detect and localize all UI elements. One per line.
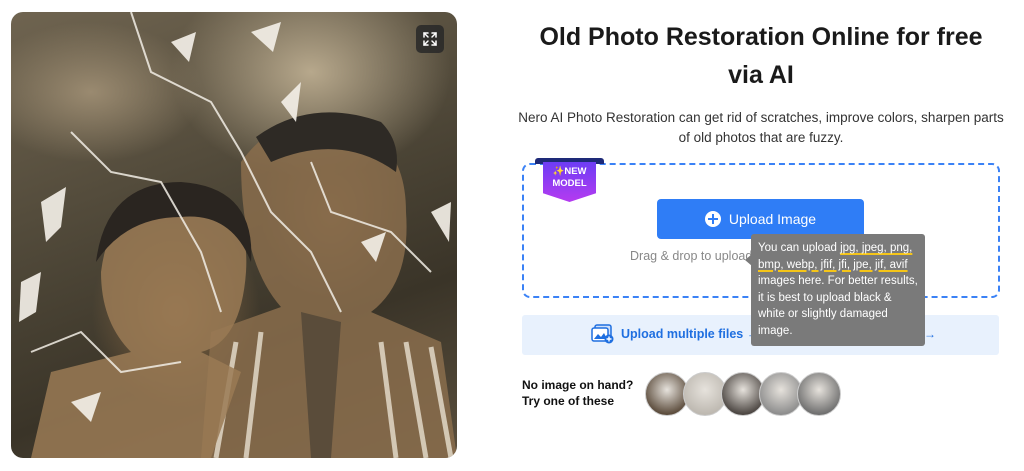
- tooltip-line: white or slightly damaged: [758, 308, 888, 320]
- page: Old Photo Restoration Online for free vi…: [0, 0, 1024, 471]
- page-title: Old Photo Restoration Online for free vi…: [539, 23, 983, 89]
- photo-illustration: [19, 12, 457, 458]
- upload-image-label: Upload Image: [728, 211, 817, 227]
- multiple-files-icon: [591, 324, 614, 344]
- tooltip-line: image.: [758, 324, 793, 337]
- upload-multiple-link[interactable]: Upload multiple files →: [591, 324, 759, 344]
- badge-line-2: MODEL: [552, 178, 587, 189]
- badge-body: ✨NEW MODEL: [543, 162, 596, 202]
- tooltip-line: You can upload jpg, jpeg, png,: [758, 242, 913, 254]
- badge-line-1: ✨NEW: [552, 166, 587, 177]
- expand-button[interactable]: [416, 25, 444, 53]
- drag-drop-text: Drag & drop to upload: [630, 249, 753, 263]
- multi-trailing-arrow: →: [924, 327, 936, 341]
- upload-image-button[interactable]: Upload Image: [657, 199, 864, 239]
- sparkle-icon: ✨: [552, 166, 565, 177]
- page-description: Nero AI Photo Restoration can get rid of…: [518, 110, 1004, 145]
- new-model-badge: ✨NEW MODEL: [535, 158, 604, 202]
- plus-circle-icon: [704, 211, 721, 227]
- expand-icon: [423, 32, 437, 46]
- tooltip-line: bmp, webp, jfif, jfi, jpe, jif, avif: [758, 258, 908, 271]
- samples-line-1: No image on hand?: [522, 378, 634, 392]
- sample-thumbnail[interactable]: [797, 372, 841, 416]
- file-types-tooltip: You can upload jpg, jpeg, png, bmp, webp…: [751, 234, 925, 346]
- upload-multiple-label: Upload multiple files →: [621, 327, 760, 341]
- tooltip-line: images here. For better results,: [758, 275, 918, 287]
- tooltip-line: it is best to upload black &: [758, 291, 892, 304]
- sample-thumbnails: [645, 372, 845, 416]
- samples-line-2: Try one of these: [522, 394, 615, 408]
- samples-label: No image on hand? Try one of these: [522, 377, 633, 409]
- preview-photo: [11, 12, 457, 458]
